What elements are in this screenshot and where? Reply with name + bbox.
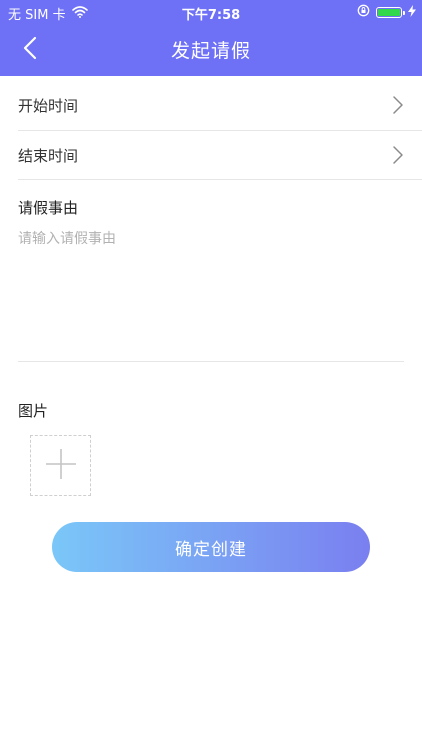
- battery-icon: [376, 7, 405, 18]
- end-time-row[interactable]: 结束时间: [0, 130, 422, 180]
- app-header: 无 SIM 卡 下午7:58 发起请假: [0, 0, 422, 76]
- submit-button[interactable]: 确定创建: [52, 522, 370, 572]
- divider: [18, 361, 404, 362]
- reason-input[interactable]: [18, 228, 404, 348]
- chevron-right-icon: [392, 145, 404, 169]
- page-title: 发起请假: [170, 40, 251, 62]
- add-photo-button[interactable]: [30, 435, 91, 496]
- end-time-label: 结束时间: [18, 146, 79, 165]
- status-right: [357, 4, 416, 21]
- plus-icon: [45, 448, 77, 484]
- divider: [18, 179, 422, 180]
- start-time-row[interactable]: 开始时间: [0, 80, 422, 130]
- navigation-bar: 发起请假: [0, 24, 422, 76]
- start-time-label: 开始时间: [18, 96, 79, 115]
- status-bar: 无 SIM 卡 下午7:58: [0, 0, 422, 24]
- photo-label: 图片: [18, 402, 49, 420]
- rotation-lock-icon: [357, 4, 370, 21]
- charging-icon: [408, 4, 416, 21]
- reason-label: 请假事由: [18, 199, 79, 217]
- chevron-right-icon: [392, 95, 404, 119]
